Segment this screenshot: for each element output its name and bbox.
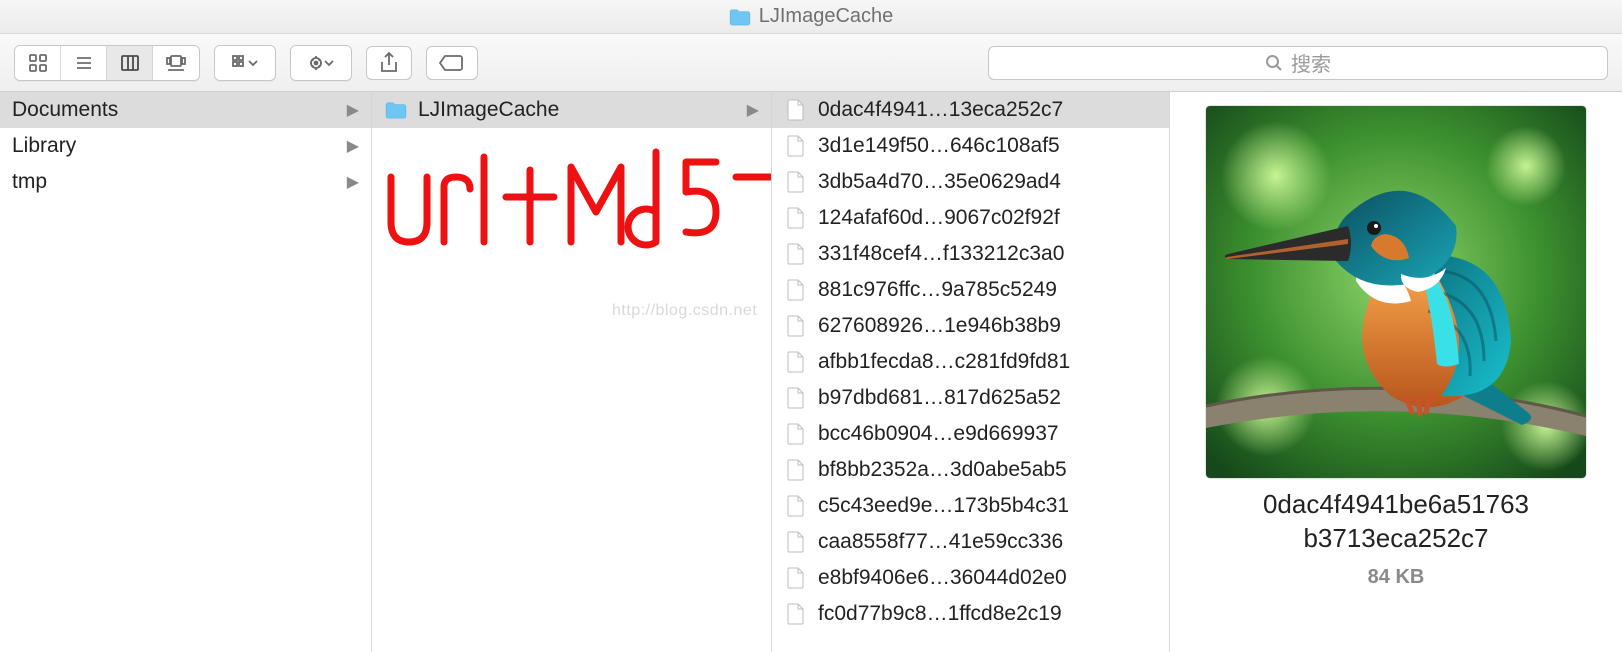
preview-thumbnail bbox=[1206, 106, 1586, 478]
preview-filesize: 84 KB bbox=[1368, 566, 1425, 589]
file-label: bcc46b0904…e9d669937 bbox=[818, 422, 1059, 446]
file-icon bbox=[784, 459, 808, 481]
watermark: http://blog.csdn.net bbox=[612, 302, 757, 320]
folder-label: Library bbox=[12, 134, 76, 158]
chevron-right-icon: ▶ bbox=[347, 172, 359, 192]
column3-item[interactable]: 331f48cef4…f133212c3a0 bbox=[772, 236, 1169, 272]
file-label: bf8bb2352a…3d0abe5ab5 bbox=[818, 458, 1067, 482]
file-icon bbox=[784, 531, 808, 553]
titlebar: LJImageCache bbox=[0, 0, 1622, 34]
column3-item[interactable]: 3db5a4d70…35e0629ad4 bbox=[772, 164, 1169, 200]
folder-icon bbox=[384, 101, 408, 119]
column3-item[interactable]: fc0d77b9c8…1ffcd8e2c19 bbox=[772, 596, 1169, 632]
file-icon bbox=[784, 315, 808, 337]
view-columns-button[interactable] bbox=[107, 46, 153, 80]
column-2[interactable]: LJImageCache ▶ bbox=[372, 92, 772, 652]
file-icon bbox=[784, 567, 808, 589]
arrange-group bbox=[214, 45, 276, 81]
file-label: 3db5a4d70…35e0629ad4 bbox=[818, 170, 1061, 194]
column1-item[interactable]: Library ▶ bbox=[0, 128, 371, 164]
chevron-right-icon: ▶ bbox=[747, 100, 759, 120]
file-icon bbox=[784, 99, 808, 121]
handwriting-annotation bbox=[376, 122, 772, 292]
column3-item[interactable]: bf8bb2352a…3d0abe5ab5 bbox=[772, 452, 1169, 488]
share-button[interactable] bbox=[366, 46, 412, 80]
column2-item[interactable]: LJImageCache ▶ bbox=[372, 92, 771, 128]
column-1[interactable]: Documents ▶ Library ▶ tmp ▶ bbox=[0, 92, 372, 652]
file-label: afbb1fecda8…c281fd9fd81 bbox=[818, 350, 1070, 374]
search-icon bbox=[1265, 54, 1283, 72]
file-icon bbox=[784, 423, 808, 445]
column3-item[interactable]: 881c976ffc…9a785c5249 bbox=[772, 272, 1169, 308]
file-label: b97dbd681…817d625a52 bbox=[818, 386, 1061, 410]
file-icon bbox=[784, 243, 808, 265]
column1-item[interactable]: Documents ▶ bbox=[0, 92, 371, 128]
column3-item[interactable]: c5c43eed9e…173b5b4c31 bbox=[772, 488, 1169, 524]
toolbar: 搜索 bbox=[0, 34, 1622, 92]
column1-item[interactable]: tmp ▶ bbox=[0, 164, 371, 200]
column3-item[interactable]: b97dbd681…817d625a52 bbox=[772, 380, 1169, 416]
file-label: 0dac4f4941…13eca252c7 bbox=[818, 98, 1063, 122]
file-label: 627608926…1e946b38b9 bbox=[818, 314, 1061, 338]
view-list-button[interactable] bbox=[61, 46, 107, 80]
column3-item[interactable]: afbb1fecda8…c281fd9fd81 bbox=[772, 344, 1169, 380]
column3-item[interactable]: caa8558f77…41e59cc336 bbox=[772, 524, 1169, 560]
column3-item[interactable]: bcc46b0904…e9d669937 bbox=[772, 416, 1169, 452]
folder-icon bbox=[729, 8, 751, 26]
file-icon bbox=[784, 135, 808, 157]
chevron-right-icon: ▶ bbox=[347, 100, 359, 120]
tags-button[interactable] bbox=[426, 46, 478, 80]
search-field[interactable]: 搜索 bbox=[988, 46, 1608, 80]
window-title: LJImageCache bbox=[759, 5, 894, 28]
file-icon bbox=[784, 207, 808, 229]
file-label: 331f48cef4…f133212c3a0 bbox=[818, 242, 1064, 266]
file-label: caa8558f77…41e59cc336 bbox=[818, 530, 1063, 554]
file-icon bbox=[784, 495, 808, 517]
column3-item[interactable]: e8bf9406e6…36044d02e0 bbox=[772, 560, 1169, 596]
file-icon bbox=[784, 603, 808, 625]
preview-pane: 0dac4f4941be6a51763 b3713eca252c7 84 KB bbox=[1170, 92, 1622, 652]
view-coverflow-button[interactable] bbox=[153, 46, 199, 80]
file-icon bbox=[784, 387, 808, 409]
preview-filename: 0dac4f4941be6a51763 b3713eca252c7 bbox=[1253, 488, 1539, 556]
file-icon bbox=[784, 351, 808, 373]
file-icon bbox=[784, 171, 808, 193]
file-label: 3d1e149f50…646c108af5 bbox=[818, 134, 1060, 158]
chevron-right-icon: ▶ bbox=[347, 136, 359, 156]
folder-label: LJImageCache bbox=[418, 98, 559, 122]
file-label: c5c43eed9e…173b5b4c31 bbox=[818, 494, 1069, 518]
action-group bbox=[290, 45, 352, 81]
column3-item[interactable]: 3d1e149f50…646c108af5 bbox=[772, 128, 1169, 164]
action-button[interactable] bbox=[291, 46, 351, 80]
column3-item[interactable]: 627608926…1e946b38b9 bbox=[772, 308, 1169, 344]
view-icons-button[interactable] bbox=[15, 46, 61, 80]
column3-item[interactable]: 124afaf60d…9067c02f92f bbox=[772, 200, 1169, 236]
column3-item[interactable]: 0dac4f4941…13eca252c7 bbox=[772, 92, 1169, 128]
folder-label: tmp bbox=[12, 170, 47, 194]
column-view: Documents ▶ Library ▶ tmp ▶ LJImageCache ▶ bbox=[0, 92, 1622, 652]
file-label: 124afaf60d…9067c02f92f bbox=[818, 206, 1060, 230]
file-label: 881c976ffc…9a785c5249 bbox=[818, 278, 1057, 302]
view-mode-group bbox=[14, 45, 200, 81]
file-label: e8bf9406e6…36044d02e0 bbox=[818, 566, 1067, 590]
folder-label: Documents bbox=[12, 98, 118, 122]
column-3[interactable]: 0dac4f4941…13eca252c7 3d1e149f50…646c108a… bbox=[772, 92, 1170, 652]
search-placeholder: 搜索 bbox=[1291, 48, 1331, 77]
arrange-button[interactable] bbox=[215, 46, 275, 80]
file-label: fc0d77b9c8…1ffcd8e2c19 bbox=[818, 602, 1062, 626]
file-icon bbox=[784, 279, 808, 301]
